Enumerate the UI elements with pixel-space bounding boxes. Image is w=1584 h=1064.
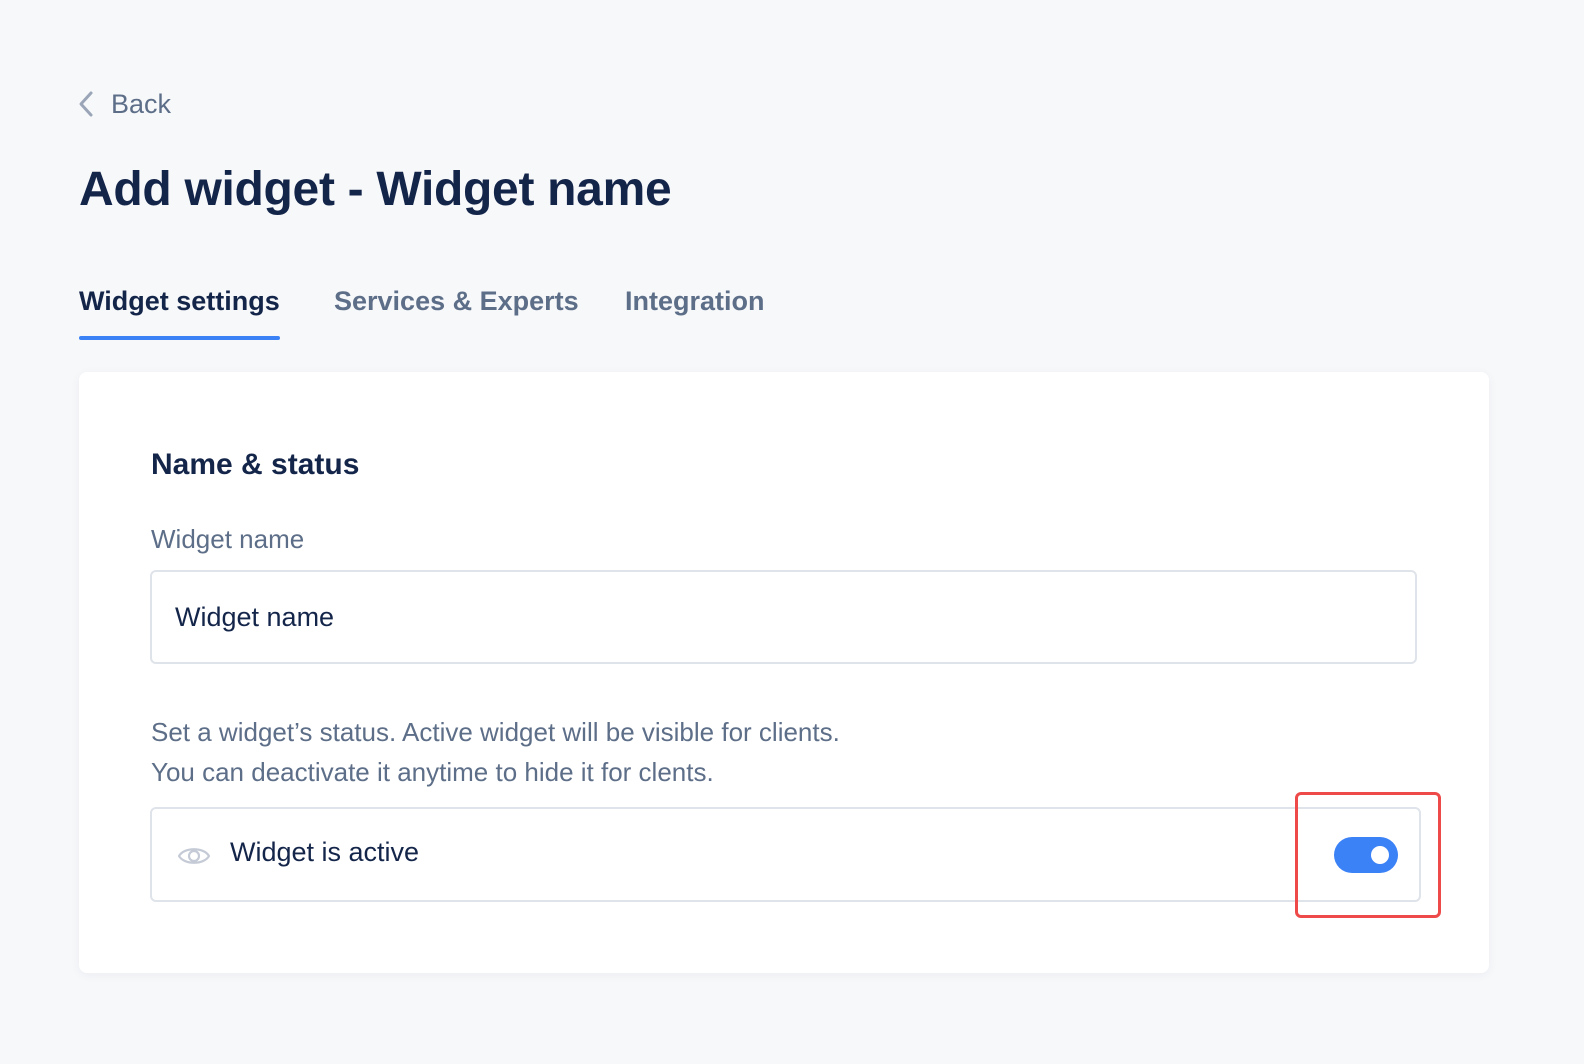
status-row: Widget is active	[150, 807, 1421, 902]
section-title: Name & status	[151, 448, 360, 481]
settings-card: Name & status Widget name Set a widget’s…	[79, 372, 1489, 973]
tab-integration[interactable]: Integration	[625, 280, 765, 342]
status-helper-text: Set a widget’s status. Active widget wil…	[151, 712, 840, 792]
back-label: Back	[111, 88, 172, 119]
helper-line-2: You can deactivate it anytime to hide it…	[151, 757, 714, 787]
status-toggle[interactable]	[1334, 837, 1398, 873]
helper-line-1: Set a widget’s status. Active widget wil…	[151, 717, 840, 747]
eye-icon	[177, 839, 211, 873]
tab-label: Widget settings	[79, 286, 280, 316]
tab-label: Services & Experts	[334, 286, 579, 316]
status-label: Widget is active	[230, 837, 420, 867]
page-title: Add widget - Widget name	[79, 163, 672, 216]
toggle-knob	[1371, 846, 1389, 864]
widget-name-label: Widget name	[151, 524, 305, 554]
widget-name-input[interactable]	[150, 570, 1417, 664]
tab-label: Integration	[625, 286, 765, 316]
tab-services-experts[interactable]: Services & Experts	[334, 280, 579, 342]
back-link[interactable]: Back	[78, 84, 171, 124]
tab-widget-settings[interactable]: Widget settings	[79, 280, 280, 342]
chevron-left-icon	[78, 90, 98, 118]
